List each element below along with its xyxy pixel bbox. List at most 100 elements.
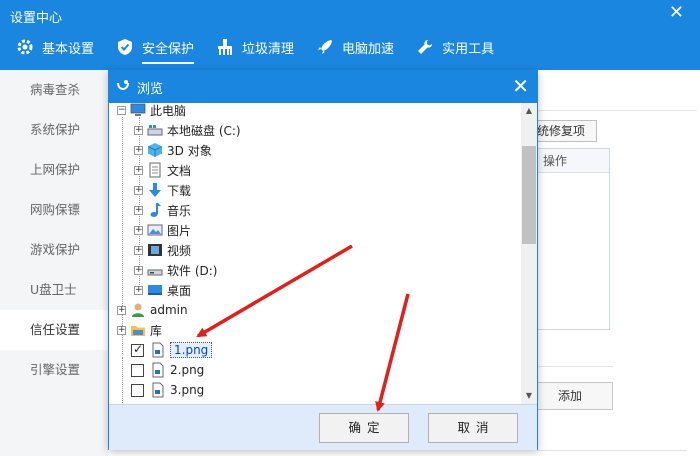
tab-label: 电脑加速 — [342, 41, 395, 57]
download-arrow-icon — [149, 183, 161, 197]
tree-label: 此电脑 — [150, 103, 187, 118]
sidebar-item-usb-guard[interactable]: U盘卫士 — [0, 270, 108, 310]
tree-label: 3D 对象 — [167, 143, 212, 158]
expand-toggle[interactable]: + — [134, 125, 143, 135]
expand-toggle[interactable]: + — [134, 165, 143, 175]
tree-label: 软件 (D:) — [167, 263, 218, 278]
ok-button[interactable]: 确定 — [319, 413, 409, 443]
file-checkbox[interactable] — [131, 363, 144, 377]
tree-node-local-disk-c[interactable]: + 本地磁盘 (C:) — [134, 120, 241, 140]
dialog-title-bar: 浏览 — [109, 71, 537, 103]
tree-node-file-2[interactable]: 2.png — [131, 360, 204, 380]
expand-toggle[interactable]: + — [134, 285, 143, 295]
tree-label: admin — [150, 303, 188, 317]
tab-label: 实用工具 — [442, 41, 495, 57]
sidebar-item-web-protection[interactable]: 上网保护 — [0, 150, 108, 190]
tree-node-file-3[interactable]: 3.png — [131, 380, 204, 400]
tab-security[interactable]: 安全保护 — [116, 34, 195, 64]
tab-speedup[interactable]: 电脑加速 — [316, 34, 394, 60]
image-file-icon — [152, 362, 164, 378]
app-header: 设置中心 ✕ 基本设置 安全保护 垃圾清理 电脑加速 实用工具 — [0, 0, 700, 70]
tree-node-downloads[interactable]: + 下载 — [134, 180, 191, 200]
tree-node-pictures[interactable]: + 图片 — [134, 220, 191, 240]
expand-toggle[interactable]: + — [134, 145, 143, 155]
cube-icon — [147, 143, 163, 157]
expand-toggle[interactable]: + — [134, 225, 143, 235]
tree-label: 下载 — [167, 183, 192, 198]
scroll-up-arrow-icon[interactable]: ▲ — [521, 103, 537, 119]
tree-label: 本地磁盘 (C:) — [167, 123, 241, 138]
image-file-icon — [152, 382, 164, 398]
divider — [537, 450, 687, 451]
expand-toggle[interactable]: + — [134, 205, 143, 215]
expand-toggle[interactable]: + — [134, 185, 143, 195]
music-note-icon — [150, 203, 161, 217]
tree-label: 视频 — [167, 243, 192, 258]
broom-icon — [218, 39, 233, 55]
divider — [537, 366, 613, 367]
dialog-title: 浏览 — [137, 81, 164, 97]
tree-node-documents[interactable]: + 文档 — [134, 160, 191, 180]
tree-node-music[interactable]: + 音乐 — [134, 200, 191, 220]
image-file-icon — [152, 342, 164, 358]
picture-icon — [147, 224, 163, 236]
sidebar-item-shopping-guard[interactable]: 网购保镖 — [0, 190, 108, 230]
expand-toggle[interactable]: + — [134, 265, 143, 275]
film-icon — [148, 244, 162, 256]
tree-label: 桌面 — [167, 283, 192, 298]
system-repair-button[interactable]: 统修复项 — [529, 120, 597, 142]
sidebar-item-trust-settings[interactable]: 信任设置 — [0, 310, 108, 350]
tree-connector — [122, 357, 123, 404]
app-logo-icon — [117, 80, 129, 90]
expand-toggle[interactable]: + — [117, 325, 126, 335]
gear-icon — [17, 39, 33, 55]
collapse-toggle[interactable]: − — [117, 105, 126, 115]
dialog-close-button[interactable]: ✕ — [512, 75, 529, 97]
tree-node-file-1[interactable]: 1.png — [131, 340, 213, 360]
user-icon — [132, 303, 144, 317]
tree-node-videos[interactable]: + 视频 — [134, 240, 191, 260]
tree-label: 2.png — [170, 363, 205, 377]
file-checkbox[interactable] — [131, 383, 144, 397]
shield-icon — [118, 39, 133, 55]
file-checkbox[interactable] — [131, 342, 144, 357]
scroll-thumb[interactable] — [522, 146, 536, 244]
tree-node-this-pc[interactable]: − 此电脑 — [117, 103, 186, 120]
sidebar-item-virus-scan[interactable]: 病毒查杀 — [0, 70, 108, 110]
tree-node-desktop[interactable]: + 桌面 — [134, 280, 191, 300]
cancel-button[interactable]: 取消 — [428, 413, 518, 443]
tree-scrollbar[interactable]: ▲ ▼ — [521, 103, 537, 404]
document-icon — [149, 162, 161, 178]
tree-label: 库 — [150, 323, 163, 338]
rocket-icon — [318, 40, 333, 54]
add-button[interactable]: 添加 — [537, 382, 613, 410]
expand-toggle[interactable]: + — [117, 305, 126, 315]
folder-tree: − 此电脑 + 本地磁盘 (C:) + 3D 对象 + 文档 + 下载 + 音乐… — [109, 103, 521, 404]
folder-icon — [131, 326, 145, 336]
desktop-icon — [148, 285, 162, 295]
tree-node-library[interactable]: + 库 — [117, 320, 162, 340]
tree-label: 1.png — [170, 342, 213, 358]
tab-label: 垃圾清理 — [242, 41, 295, 57]
tab-bar: 基本设置 安全保护 垃圾清理 电脑加速 实用工具 — [0, 34, 500, 70]
sidebar-item-game-protection[interactable]: 游戏保护 — [0, 230, 108, 270]
drive-icon — [147, 125, 163, 136]
tree-label: 音乐 — [167, 203, 192, 218]
sidebar-item-system-protection[interactable]: 系统保护 — [0, 110, 108, 150]
tab-junk-clean[interactable]: 垃圾清理 — [216, 34, 294, 60]
tree-node-3d-objects[interactable]: + 3D 对象 — [134, 140, 212, 160]
tree-node-software-disk-d[interactable]: + 软件 (D:) — [134, 260, 217, 280]
scroll-down-arrow-icon[interactable]: ▼ — [521, 388, 537, 404]
divider — [537, 110, 697, 111]
tab-basic-settings[interactable]: 基本设置 — [16, 34, 94, 60]
sidebar-item-engine-settings[interactable]: 引擎设置 — [0, 350, 108, 390]
tree-label: 文档 — [167, 163, 192, 178]
tree-node-admin[interactable]: + admin — [117, 300, 188, 320]
expand-toggle[interactable]: + — [134, 245, 143, 255]
close-app-button[interactable]: ✕ — [669, 4, 684, 22]
tab-tools[interactable]: 实用工具 — [416, 34, 494, 60]
tree-label: 图片 — [167, 223, 192, 238]
trust-table: 操作 — [530, 148, 610, 330]
tab-label: 安全保护 — [142, 41, 195, 57]
app-title: 设置中心 — [10, 11, 63, 26]
